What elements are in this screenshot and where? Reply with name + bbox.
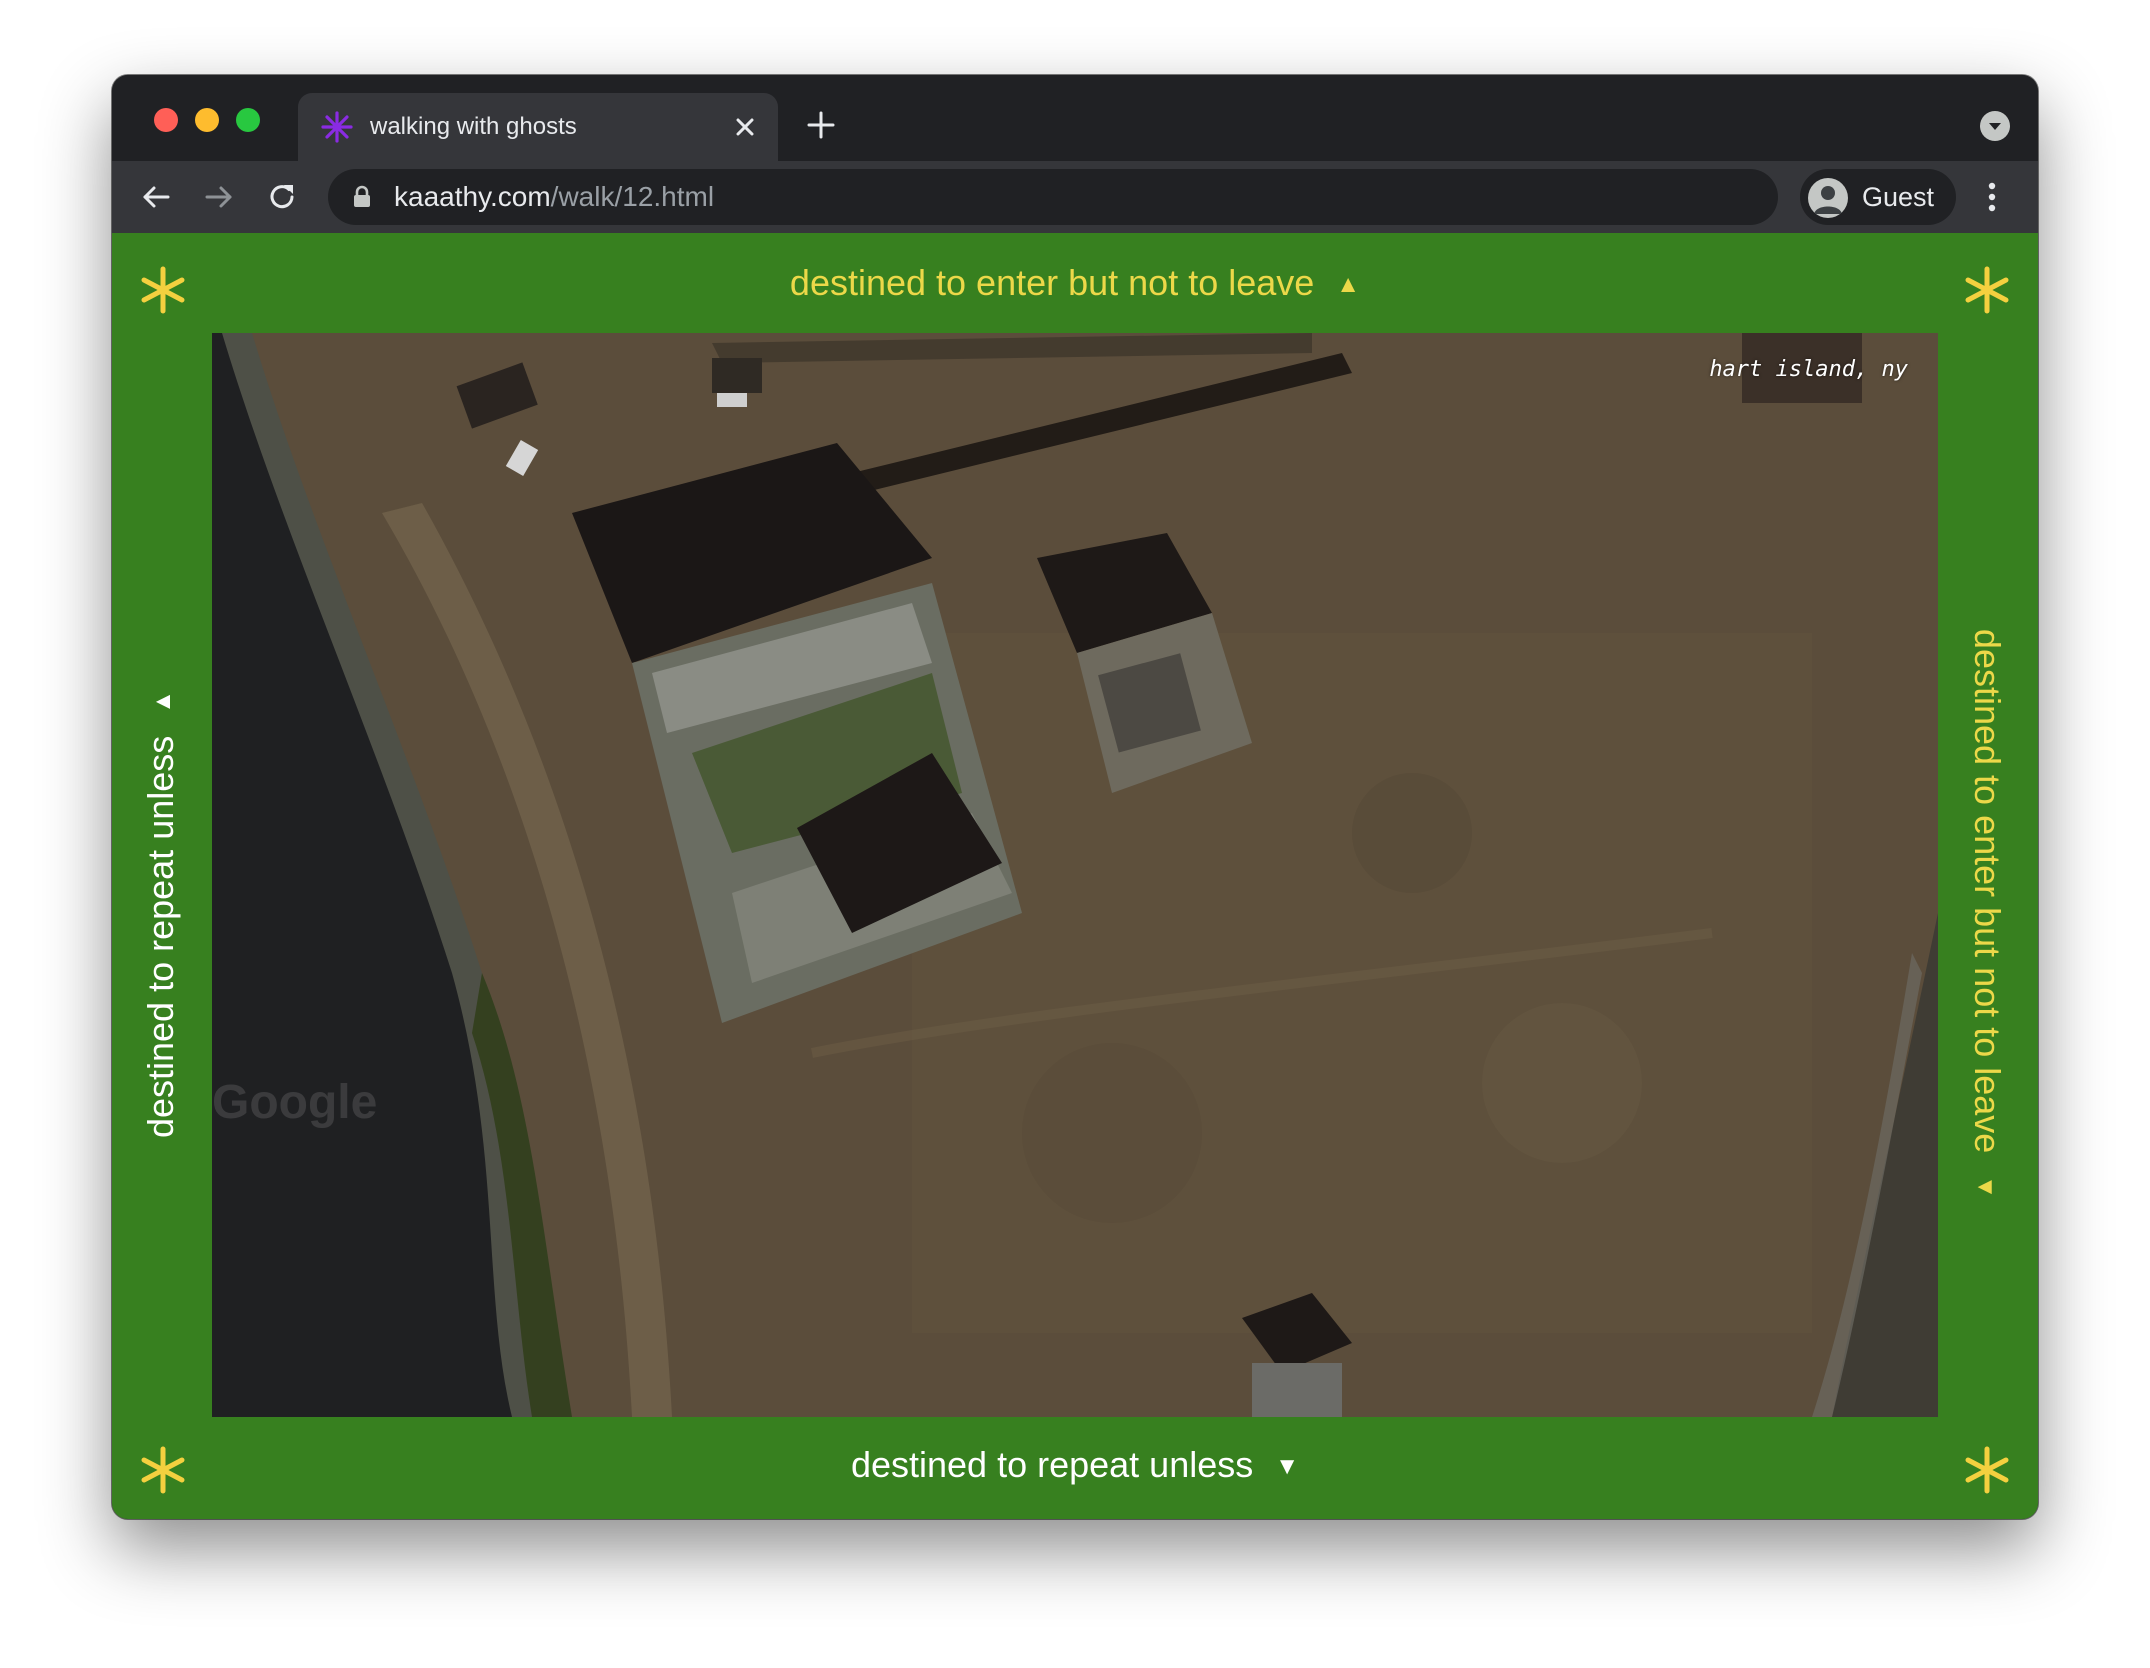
triangle-up-icon: ▲ <box>149 689 176 714</box>
svg-text:Google: Google <box>212 1076 377 1129</box>
profile-button[interactable]: Guest <box>1800 169 1956 225</box>
browser-window: walking with ghosts kaaathy.com/walk/12.… <box>112 75 2038 1519</box>
triangle-up-icon: ▲ <box>1336 271 1361 298</box>
caption-right-text: destined to enter but not to leave <box>1967 628 2008 1154</box>
caption-bottom-text: destined to repeat unless <box>850 1444 1254 1485</box>
triangle-down-icon: ▼ <box>1275 1453 1300 1480</box>
reload-icon[interactable] <box>264 179 300 215</box>
address-bar[interactable]: kaaathy.com/walk/12.html <box>328 169 1778 225</box>
aerial-photo-image: Google <box>212 333 1938 1417</box>
page-content: destined to enter but not to leave ▲ dest… <box>112 233 2038 1519</box>
url-path: /walk/12.html <box>550 181 715 212</box>
minimize-window-button[interactable] <box>195 108 219 132</box>
caption-top-link[interactable]: destined to enter but not to leave ▲ <box>112 263 2038 305</box>
photo-location-label: hart island, ny <box>1709 357 1908 382</box>
tab-strip: walking with ghosts <box>112 75 2038 161</box>
url-host: kaaathy.com <box>394 181 551 212</box>
caption-top-text: destined to enter but not to leave <box>789 262 1315 303</box>
toolbar: kaaathy.com/walk/12.html Guest <box>112 161 2038 233</box>
profile-label: Guest <box>1862 182 1935 212</box>
lock-icon <box>354 185 370 207</box>
plus-icon[interactable] <box>805 109 837 141</box>
tab-walking-with-ghosts[interactable]: walking with ghosts <box>298 93 778 161</box>
back-icon[interactable] <box>138 179 174 215</box>
tab-search-icon[interactable] <box>1980 111 2010 141</box>
caption-left-text: destined to repeat unless <box>140 735 181 1139</box>
avatar-icon <box>1808 178 1848 218</box>
more-vert-icon[interactable] <box>1982 179 2002 215</box>
asterisk-favicon-icon <box>321 111 353 143</box>
caption-bottom-link[interactable]: destined to repeat unless ▼ <box>112 1445 2038 1487</box>
caption-right-link[interactable]: destined to enter but not to leave ▼ <box>1965 628 2008 1200</box>
tab-title: walking with ghosts <box>370 113 577 140</box>
url-text: kaaathy.com/walk/12.html <box>394 182 714 212</box>
aerial-photo: Google hart island, ny <box>212 333 1938 1417</box>
close-icon[interactable] <box>730 112 760 142</box>
maximize-window-button[interactable] <box>236 108 260 132</box>
close-window-button[interactable] <box>154 108 178 132</box>
caption-left-link[interactable]: destined to repeat unless ▲ <box>140 689 183 1139</box>
forward-icon[interactable] <box>201 179 237 215</box>
triangle-down-icon: ▼ <box>1972 1175 1999 1200</box>
